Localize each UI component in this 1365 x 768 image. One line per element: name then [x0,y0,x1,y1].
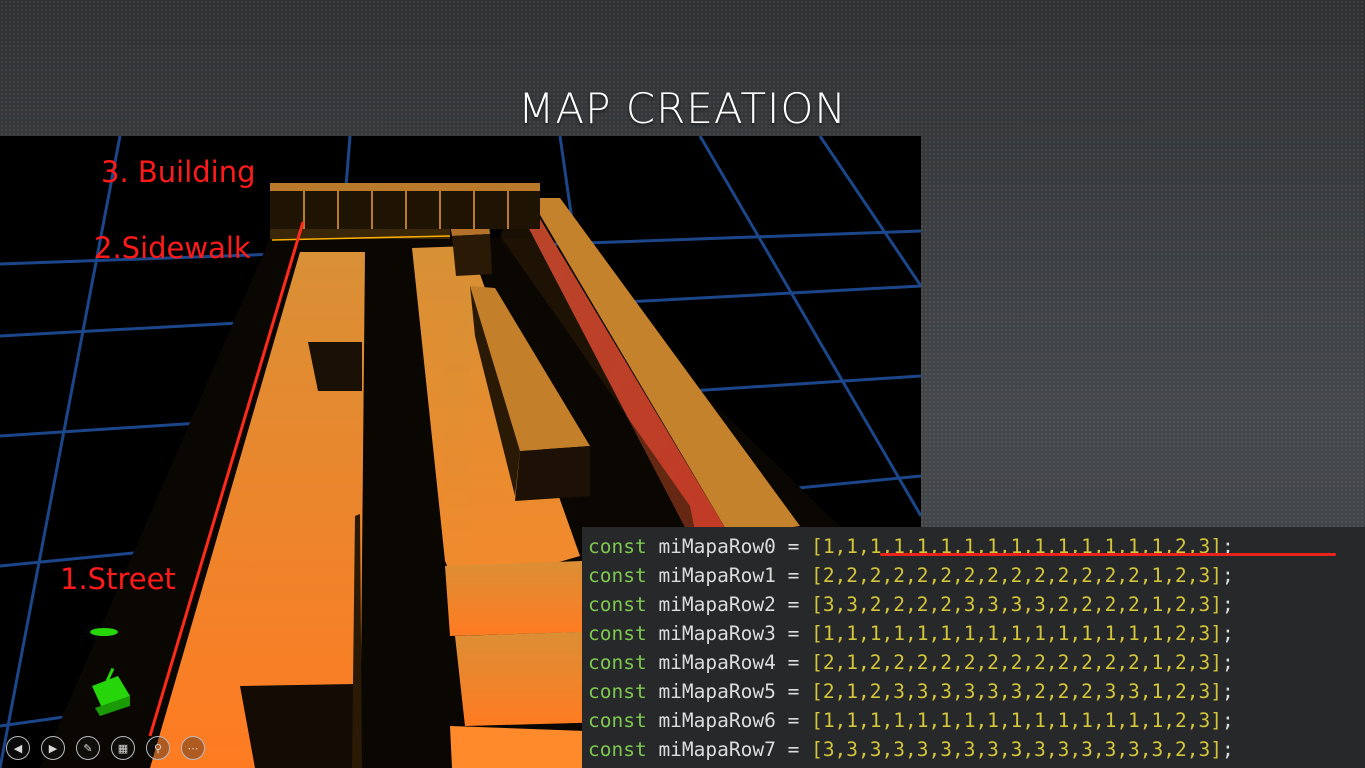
code-operator: = [787,651,812,674]
more-options-button[interactable]: ⋯ [181,736,205,760]
next-slide-button[interactable]: ▶ [41,736,65,760]
code-line-2: const miMapaRow2 = [3,3,2,2,2,2,3,3,3,3,… [588,590,1234,619]
zoom-button[interactable]: ⚲ [146,736,170,760]
code-operator: = [787,593,812,616]
code-keyword: const [588,680,647,703]
code-keyword: const [588,564,647,587]
code-identifier: miMapaRow7 [646,738,788,761]
code-line-3: const miMapaRow3 = [1,1,1,1,1,1,1,1,1,1,… [588,619,1234,648]
code-operator: = [787,564,812,587]
code-array: [2,1,2,2,2,2,2,2,2,2,2,2,2,2,1,2,3] [811,651,1222,674]
code-array: [1,1,1,1,1,1,1,1,1,1,1,1,1,1,1,2,3] [811,709,1222,732]
code-identifier: miMapaRow3 [646,622,788,645]
pen-icon: ✎ [83,741,93,755]
code-line-4: const miMapaRow4 = [2,1,2,2,2,2,2,2,2,2,… [588,648,1234,677]
code-terminator: ; [1221,738,1234,761]
code-line-1: const miMapaRow1 = [2,2,2,2,2,2,2,2,2,2,… [588,561,1234,590]
code-line-7: const miMapaRow7 = [3,3,3,3,3,3,3,3,3,3,… [588,735,1234,764]
row0-underline [880,553,1336,556]
pen-tool-button[interactable]: ✎ [76,736,100,760]
code-line-6: const miMapaRow6 = [1,1,1,1,1,1,1,1,1,1,… [588,706,1234,735]
code-terminator: ; [1221,651,1234,674]
slideshow-toolbar: ◀ ▶ ✎ ▦ ⚲ ⋯ [6,736,205,762]
code-identifier: miMapaRow5 [646,680,788,703]
building-back-row [270,183,540,241]
code-terminator: ; [1221,564,1234,587]
code-identifier: miMapaRow4 [646,651,788,674]
code-operator: = [787,709,812,732]
previous-slide-button[interactable]: ◀ [6,736,30,760]
code-terminator: ; [1221,709,1234,732]
code-keyword: const [588,593,647,616]
chevron-left-icon: ◀ [13,741,23,755]
building-label: 3. Building [101,155,256,189]
code-identifier: miMapaRow2 [646,593,788,616]
ellipsis-icon: ⋯ [187,741,199,755]
code-operator: = [787,738,812,761]
code-line-0: const miMapaRow0 = [1,1,1,1,1,1,1,1,1,1,… [588,532,1234,561]
code-operator: = [787,680,812,703]
code-terminator: ; [1221,680,1234,703]
code-identifier: miMapaRow6 [646,709,788,732]
code-keyword: const [588,622,647,645]
code-array: [1,1,1,1,1,1,1,1,1,1,1,1,1,1,1,2,3] [811,622,1222,645]
magnifier-icon: ⚲ [153,741,163,755]
code-identifier: miMapaRow0 [646,535,788,558]
sidewalk-label: 2.Sidewalk [94,231,251,265]
code-terminator: ; [1221,593,1234,616]
grid-icon: ▦ [117,741,129,755]
see-all-slides-button[interactable]: ▦ [111,736,135,760]
code-array: [3,3,2,2,2,2,3,3,3,3,2,2,2,2,1,2,3] [811,593,1222,616]
code-keyword: const [588,651,647,674]
code-keyword: const [588,709,647,732]
code-operator: = [787,535,812,558]
enemy-tank-icon [90,628,118,636]
code-keyword: const [588,535,647,558]
slide-title: MAP CREATION [518,84,847,133]
code-array: [3,3,3,3,3,3,3,3,3,3,3,3,3,3,3,2,3] [811,738,1222,761]
chevron-right-icon: ▶ [48,741,58,755]
code-array: [2,1,2,3,3,3,3,3,3,2,2,2,3,3,1,2,3] [811,680,1222,703]
code-operator: = [787,622,812,645]
street-label: 1.Street [60,562,176,596]
code-keyword: const [588,738,647,761]
code-array: [2,2,2,2,2,2,2,2,2,2,2,2,2,2,1,2,3] [811,564,1222,587]
code-identifier: miMapaRow1 [646,564,788,587]
code-terminator: ; [1221,622,1234,645]
code-line-5: const miMapaRow5 = [2,1,2,3,3,3,3,3,3,2,… [588,677,1234,706]
